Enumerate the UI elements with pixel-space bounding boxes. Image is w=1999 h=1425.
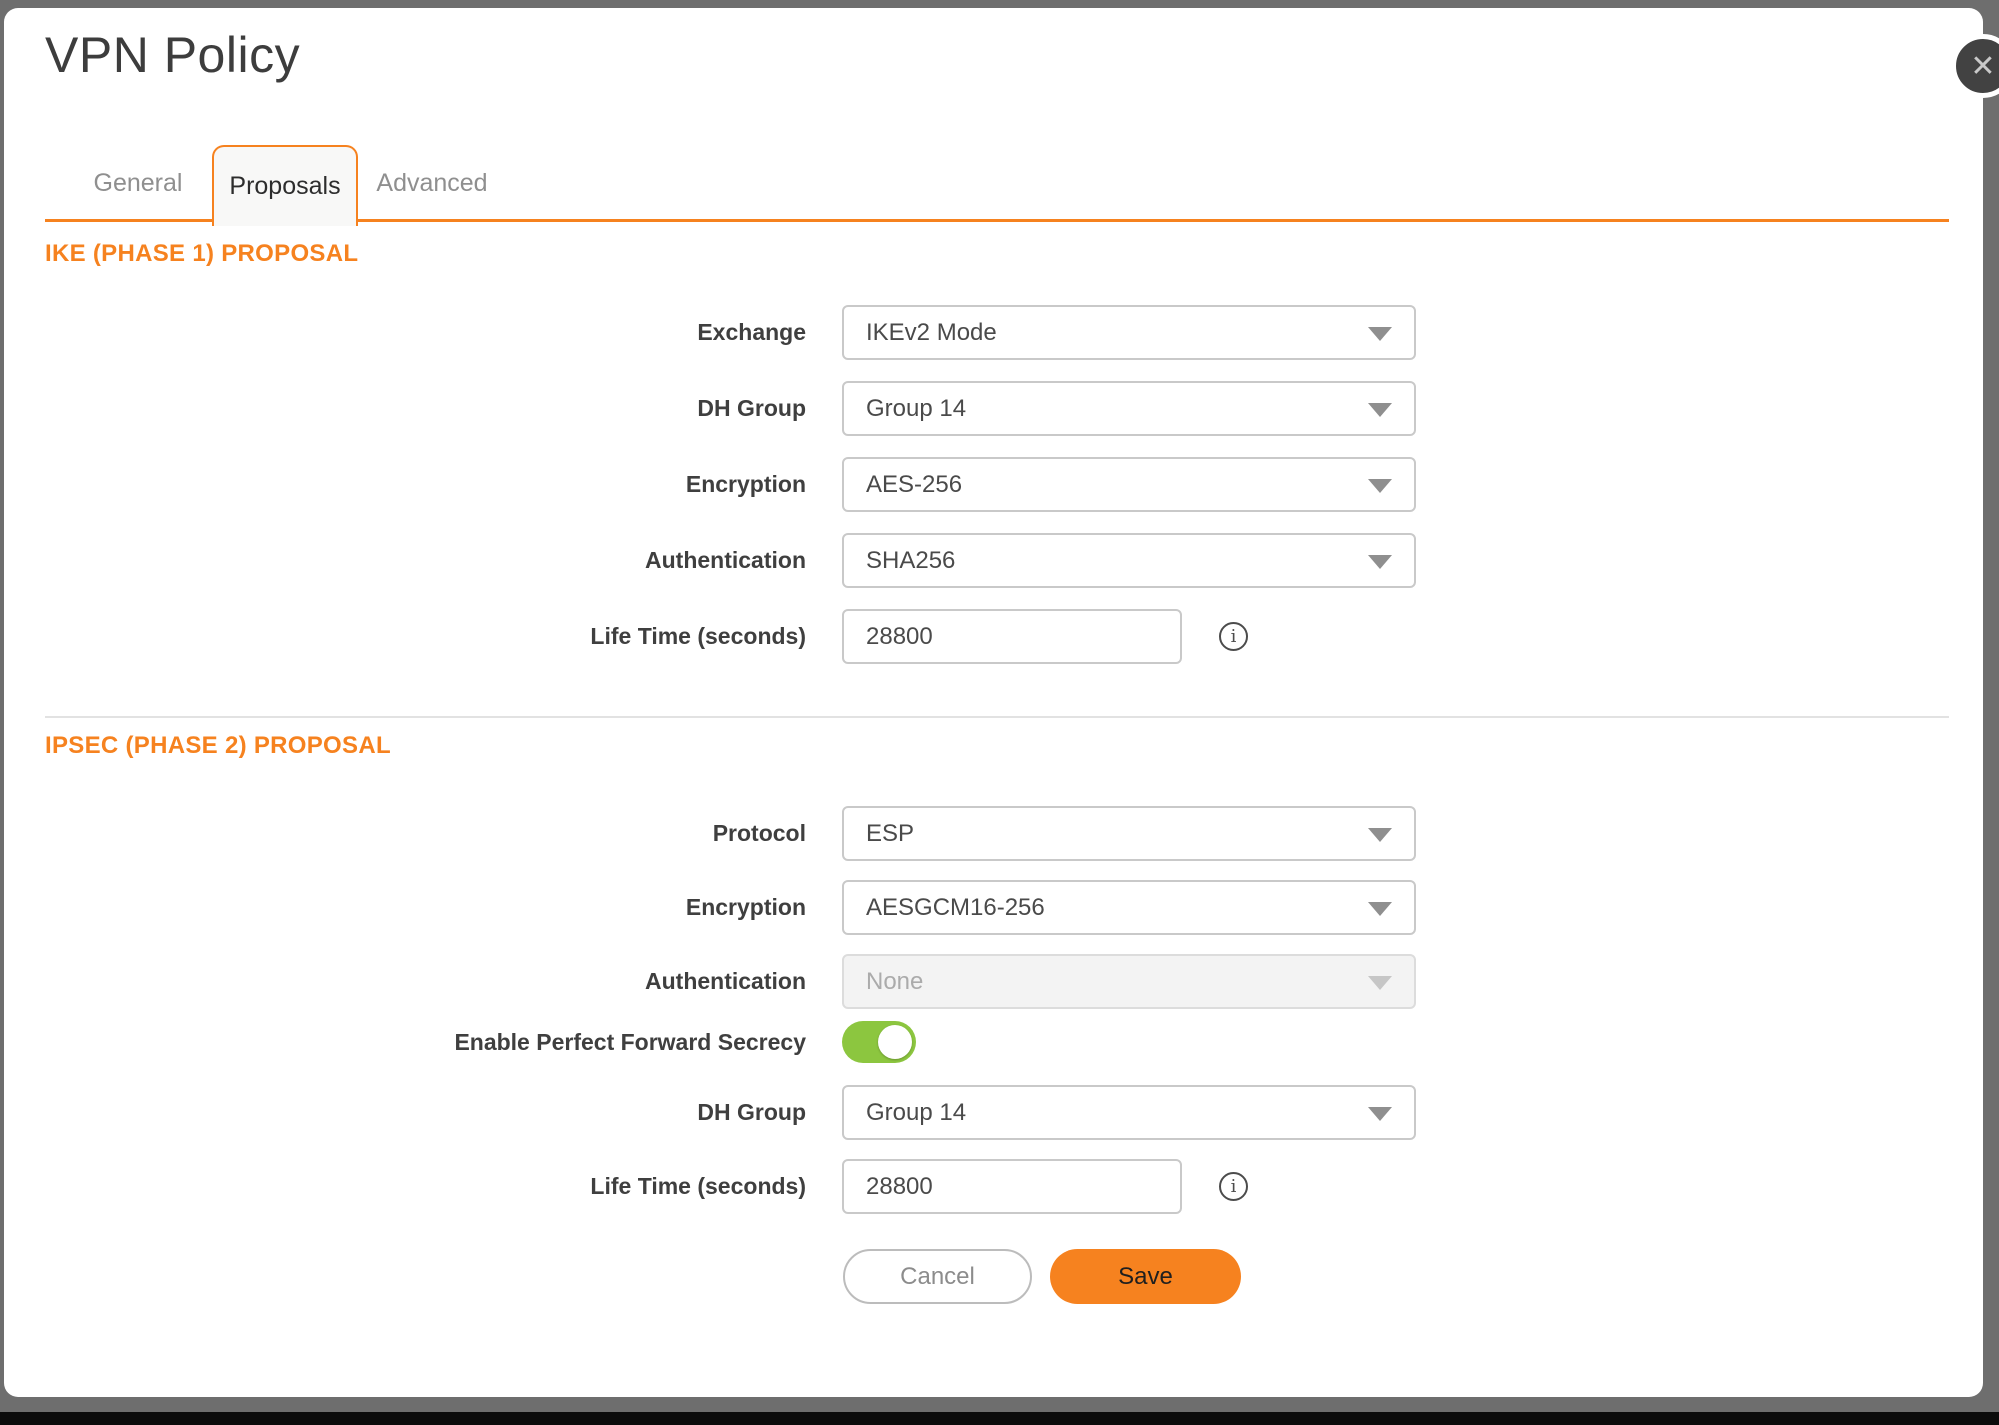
- authentication-row: Authentication SHA256: [4, 533, 1983, 588]
- bottom-edge-bar: [0, 1412, 1999, 1425]
- pfs-row: Enable Perfect Forward Secrecy: [4, 1021, 1983, 1063]
- protocol-label: Protocol: [4, 806, 806, 861]
- protocol-row: Protocol ESP: [4, 806, 1983, 861]
- phase2-dh-group-select[interactable]: Group 14: [842, 1085, 1416, 1140]
- authentication-value: SHA256: [866, 547, 955, 575]
- page-title: VPN Policy: [45, 26, 300, 84]
- info-icon[interactable]: i: [1219, 622, 1248, 651]
- phase2-life-time-label: Life Time (seconds): [4, 1159, 806, 1214]
- protocol-select[interactable]: ESP: [842, 806, 1416, 861]
- chevron-down-icon: [1368, 479, 1392, 493]
- info-icon-glyph: i: [1231, 626, 1237, 647]
- dh-group-value: Group 14: [866, 395, 966, 423]
- encryption-select[interactable]: AES-256: [842, 457, 1416, 512]
- tab-bar: General Proposals Advanced: [45, 145, 1949, 222]
- authentication-select[interactable]: SHA256: [842, 533, 1416, 588]
- phase2-authentication-label: Authentication: [4, 954, 806, 1009]
- section-divider: [45, 716, 1949, 718]
- life-time-label: Life Time (seconds): [4, 609, 806, 664]
- life-time-row: Life Time (seconds) i: [4, 609, 1983, 664]
- phase2-dh-group-value: Group 14: [866, 1099, 966, 1127]
- phase2-dh-group-label: DH Group: [4, 1085, 806, 1140]
- phase2-authentication-select-disabled: None: [842, 954, 1416, 1009]
- tab-proposals-label: Proposals: [229, 172, 340, 201]
- pfs-toggle-on[interactable]: [842, 1021, 916, 1063]
- info-icon-glyph: i: [1231, 1176, 1237, 1197]
- chevron-down-icon: [1368, 555, 1392, 569]
- phase2-life-time-row: Life Time (seconds) i: [4, 1159, 1983, 1214]
- dh-group-row: DH Group Group 14: [4, 381, 1983, 436]
- dh-group-select[interactable]: Group 14: [842, 381, 1416, 436]
- save-button[interactable]: Save: [1050, 1249, 1241, 1304]
- chevron-down-icon: [1368, 976, 1392, 990]
- protocol-value: ESP: [866, 820, 914, 848]
- close-icon: ✕: [1970, 49, 1995, 84]
- chevron-down-icon: [1368, 828, 1392, 842]
- tab-proposals[interactable]: Proposals: [212, 145, 358, 226]
- chevron-down-icon: [1368, 1107, 1392, 1121]
- phase2-heading: IPSEC (PHASE 2) PROPOSAL: [45, 732, 391, 760]
- info-icon[interactable]: i: [1219, 1172, 1248, 1201]
- phase1-heading: IKE (PHASE 1) PROPOSAL: [45, 240, 358, 268]
- exchange-select[interactable]: IKEv2 Mode: [842, 305, 1416, 360]
- toggle-knob: [878, 1025, 912, 1059]
- encryption-value: AES-256: [866, 471, 962, 499]
- dh-group-label: DH Group: [4, 381, 806, 436]
- exchange-row: Exchange IKEv2 Mode: [4, 305, 1983, 360]
- chevron-down-icon: [1368, 403, 1392, 417]
- life-time-input[interactable]: [842, 609, 1182, 664]
- tab-general[interactable]: General: [65, 145, 211, 222]
- tab-general-label: General: [94, 169, 183, 198]
- phase2-encryption-select[interactable]: AESGCM16-256: [842, 880, 1416, 935]
- phase2-encryption-row: Encryption AESGCM16-256: [4, 880, 1983, 935]
- encryption-row: Encryption AES-256: [4, 457, 1983, 512]
- screen-background: VPN Policy General Proposals Advanced IK…: [0, 0, 1999, 1425]
- phase2-life-time-input[interactable]: [842, 1159, 1182, 1214]
- phase2-encryption-value: AESGCM16-256: [866, 894, 1045, 922]
- authentication-label: Authentication: [4, 533, 806, 588]
- phase2-encryption-label: Encryption: [4, 880, 806, 935]
- exchange-label: Exchange: [4, 305, 806, 360]
- chevron-down-icon: [1368, 902, 1392, 916]
- vpn-policy-dialog: VPN Policy General Proposals Advanced IK…: [4, 8, 1983, 1397]
- cancel-button[interactable]: Cancel: [843, 1249, 1032, 1304]
- pfs-label: Enable Perfect Forward Secrecy: [4, 1021, 806, 1063]
- chevron-down-icon: [1368, 327, 1392, 341]
- dialog-footer: Cancel Save: [4, 1249, 1983, 1305]
- tab-advanced[interactable]: Advanced: [359, 145, 505, 222]
- phase2-authentication-value: None: [866, 968, 923, 996]
- exchange-value: IKEv2 Mode: [866, 319, 997, 347]
- phase2-dh-group-row: DH Group Group 14: [4, 1085, 1983, 1140]
- encryption-label: Encryption: [4, 457, 806, 512]
- phase2-authentication-row: Authentication None: [4, 954, 1983, 1009]
- tab-advanced-label: Advanced: [376, 169, 487, 198]
